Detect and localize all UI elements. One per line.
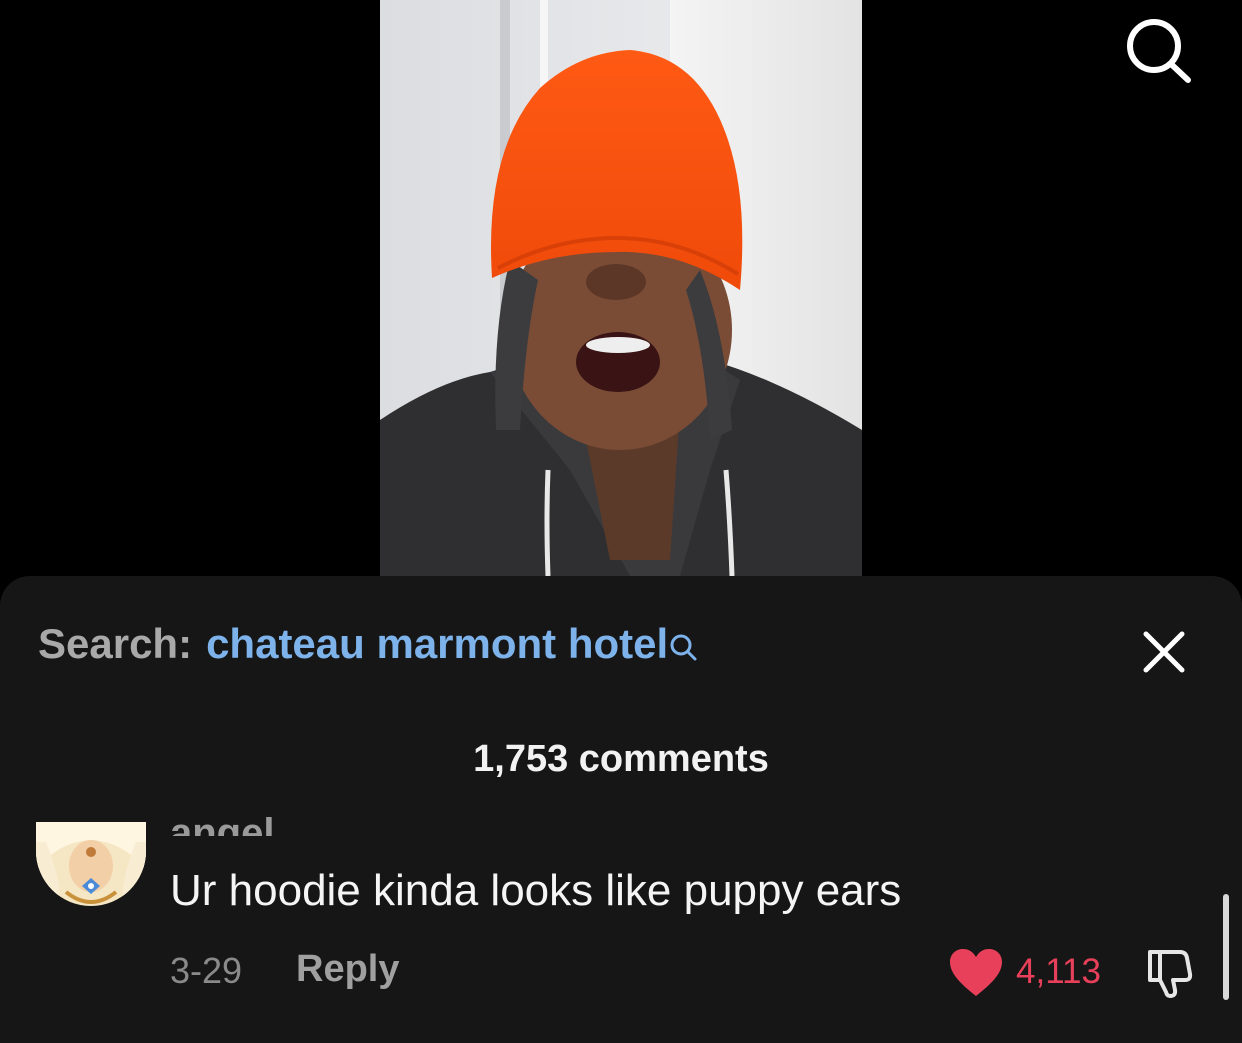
video-player[interactable] — [380, 0, 862, 576]
thumbs-down-icon[interactable] — [1140, 946, 1196, 1000]
comment-username[interactable]: angel — [170, 802, 274, 836]
related-search[interactable]: Search: chateau marmont hotel — [38, 620, 698, 680]
heart-icon[interactable] — [948, 948, 1004, 998]
close-button[interactable] — [1140, 628, 1188, 676]
reply-button[interactable]: Reply — [296, 948, 399, 991]
comment-text: Ur hoodie kinda looks like puppy ears — [170, 866, 902, 915]
search-label: Search: — [38, 620, 193, 667]
comment-count: 1,753 comments — [473, 738, 769, 780]
comments-sheet: Search: chateau marmont hotel 1,753 comm… — [0, 576, 1242, 1043]
search-icon[interactable] — [1122, 16, 1194, 84]
avatar[interactable] — [36, 822, 146, 906]
comment-date: 3-29 — [170, 950, 243, 991]
close-icon — [1143, 631, 1185, 673]
like-count: 4,113 — [1016, 952, 1101, 991]
scrollbar[interactable] — [1223, 894, 1229, 1000]
search-query-link[interactable]: chateau marmont hotel — [206, 620, 668, 668]
search-icon — [668, 624, 698, 661]
video-frame — [380, 0, 862, 576]
